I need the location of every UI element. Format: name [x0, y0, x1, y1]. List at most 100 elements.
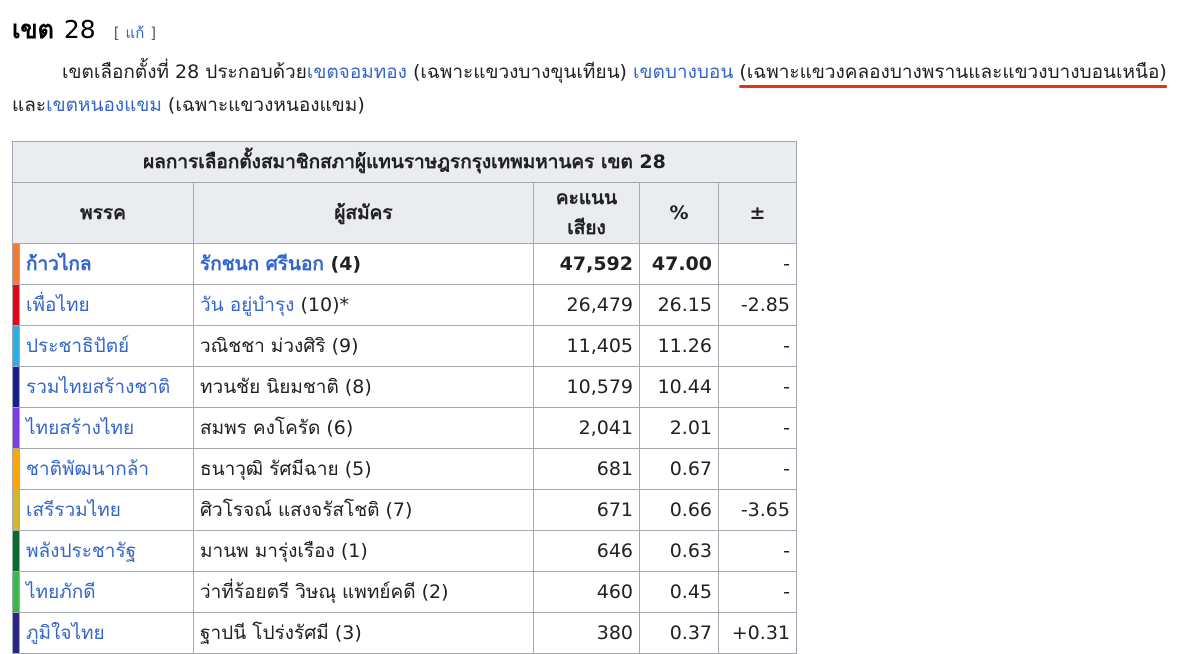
candidate-number: (3): [334, 622, 362, 644]
party-color-swatch: [12, 325, 20, 367]
election-results-table: ผลการเลือกตั้งสมาชิกสภาผู้แทนราษฎรกรุงเท…: [12, 141, 797, 654]
party-cell: ชาติพัฒนากล้า: [19, 448, 194, 490]
intro-text-underlined: (เฉพาะแขวงคลองบางพรานและแขวงบางบอนเหนือ): [739, 61, 1167, 83]
change-cell: +0.31: [718, 612, 797, 654]
party-color-swatch: [12, 243, 20, 285]
party-link[interactable]: ชาติพัฒนากล้า: [26, 458, 149, 480]
change-cell: -: [718, 366, 797, 408]
party-cell: ประชาธิปัตย์: [19, 325, 194, 367]
edit-link[interactable]: แก้: [126, 24, 145, 42]
candidate-name: ว่าที่ร้อยตรี วิษณุ แพทย์คดี: [200, 581, 416, 603]
party-link[interactable]: เพื่อไทย: [26, 294, 90, 316]
percent-cell: 0.45: [639, 571, 719, 613]
link-nong-khaem[interactable]: เขตหนองแขม: [46, 94, 162, 116]
section-title: เขต: [12, 15, 54, 44]
table-row: ไทยสร้างไทย สมพร คงโครัด (6) 2,041 2.01-: [12, 407, 797, 449]
header-percent: %: [639, 182, 719, 244]
candidate-number: (7): [385, 499, 413, 521]
intro-text-1: เขตเลือกตั้งที่ 28 ประกอบด้วย: [62, 61, 307, 83]
candidate-number: (5): [344, 458, 372, 480]
header-votes: คะแนนเสียง: [533, 182, 640, 244]
link-bang-bon[interactable]: เขตบางบอน: [633, 61, 733, 83]
edit-bracket-open: [: [113, 24, 120, 42]
party-cell: เพื่อไทย: [19, 284, 194, 326]
votes-cell: 10,579: [533, 366, 640, 408]
table-row: ภูมิใจไทย ฐาปนี โปร่งรัศมี (3) 380 0.37 +0.3…: [12, 612, 797, 654]
table-row: รวมไทยสร้างชาติ ทวนชัย นิยมชาติ (8) 10,579…: [12, 366, 797, 408]
table-row: ชาติพัฒนากล้า ธนาวุฒิ รัศมีฉาย (5) 681 0.67…: [12, 448, 797, 490]
table-row: เสรีรวมไทย ศิวโรจณ์ แสงจรัสโชติ (7) 671 0.6…: [12, 489, 797, 531]
party-cell: เสรีรวมไทย: [19, 489, 194, 531]
party-link[interactable]: ประชาธิปัตย์: [26, 335, 129, 357]
change-cell: -3.65: [718, 489, 797, 531]
party-link[interactable]: รวมไทยสร้างชาติ: [26, 376, 170, 398]
candidate-cell: มานพ มารุ่งเรือง (1): [193, 530, 534, 572]
table-row: พลังประชารัฐ มานพ มารุ่งเรือง (1) 646 0.63-: [12, 530, 797, 572]
candidate-number: (9): [331, 335, 359, 357]
candidate-link[interactable]: รักชนก ศรีนอก: [200, 253, 324, 275]
votes-cell: 681: [533, 448, 640, 490]
party-link[interactable]: ไทยภักดี: [26, 581, 96, 603]
percent-cell: 26.15: [639, 284, 719, 326]
candidate-name: วณิชชา ม่วงศิริ: [200, 335, 326, 357]
votes-cell: 671: [533, 489, 640, 531]
edit-bracket-close: ]: [150, 24, 157, 42]
candidate-name: ธนาวุฒิ รัศมีฉาย: [200, 458, 339, 480]
percent-cell: 0.63: [639, 530, 719, 572]
candidate-number: (2): [421, 581, 449, 603]
intro-paragraph: เขตเลือกตั้งที่ 28 ประกอบด้วยเขตจอมทอง (…: [12, 56, 1188, 122]
intro-text-5: (เฉพาะแขวงหนองแขม): [161, 94, 365, 116]
candidate-cell: วณิชชา ม่วงศิริ (9): [193, 325, 534, 367]
party-cell: ไทยสร้างไทย: [19, 407, 194, 449]
candidate-cell: ทวนชัย นิยมชาติ (8): [193, 366, 534, 408]
candidate-name: มานพ มารุ่งเรือง: [200, 540, 335, 562]
party-link[interactable]: ก้าวไกล: [26, 253, 92, 275]
votes-cell: 646: [533, 530, 640, 572]
party-link[interactable]: ไทยสร้างไทย: [26, 417, 134, 439]
candidate-cell: รักชนก ศรีนอก (4): [193, 243, 534, 285]
candidate-cell: สมพร คงโครัด (6): [193, 407, 534, 449]
table-row: ก้าวไกล รักชนก ศรีนอก (4) 47,592 47.00-: [12, 243, 797, 285]
candidate-number: (6): [326, 417, 354, 439]
candidate-name: ศิวโรจณ์ แสงจรัสโชติ: [200, 499, 380, 521]
candidate-cell: วัน อยู่บำรุง (10)*: [193, 284, 534, 326]
link-chom-thong[interactable]: เขตจอมทอง: [307, 61, 407, 83]
party-color-swatch: [12, 530, 20, 572]
change-cell: -: [718, 407, 797, 449]
party-link[interactable]: ภูมิใจไทย: [26, 622, 105, 644]
party-cell: ไทยภักดี: [19, 571, 194, 613]
percent-cell: 11.26: [639, 325, 719, 367]
percent-cell: 0.37: [639, 612, 719, 654]
section-heading: เขต 28 [ แก้]: [12, 10, 156, 50]
intro-text-4: และ: [12, 94, 47, 116]
party-color-swatch: [12, 448, 20, 490]
table-row: เพื่อไทย วัน อยู่บำรุง (10)* 26,479 26.15 -2…: [12, 284, 797, 326]
table-row: ไทยภักดี ว่าที่ร้อยตรี วิษณุ แพทย์คดี (2)…: [12, 571, 797, 613]
intro-text-2: (เฉพาะแขวงบางขุนเทียน): [406, 61, 634, 83]
candidate-cell: ธนาวุฒิ รัศมีฉาย (5): [193, 448, 534, 490]
edit-section: [ แก้]: [114, 21, 156, 45]
candidate-link[interactable]: วัน อยู่บำรุง: [200, 294, 294, 316]
party-link[interactable]: พลังประชารัฐ: [26, 540, 136, 562]
party-cell: ก้าวไกล: [19, 243, 194, 285]
party-color-swatch: [12, 284, 20, 326]
party-link[interactable]: เสรีรวมไทย: [26, 499, 121, 521]
candidate-cell: ศิวโรจณ์ แสงจรัสโชติ (7): [193, 489, 534, 531]
party-color-swatch: [12, 571, 20, 613]
party-color-swatch: [12, 612, 20, 654]
votes-cell: 11,405: [533, 325, 640, 367]
table-caption: ผลการเลือกตั้งสมาชิกสภาผู้แทนราษฎรกรุงเท…: [12, 141, 797, 183]
candidate-name: ฐาปนี โปร่งรัศมี: [200, 622, 329, 644]
votes-cell: 47,592: [533, 243, 640, 285]
candidate-cell: ฐาปนี โปร่งรัศมี (3): [193, 612, 534, 654]
header-change: ±: [718, 182, 797, 244]
percent-cell: 47.00: [639, 243, 719, 285]
percent-cell: 0.66: [639, 489, 719, 531]
percent-cell: 0.67: [639, 448, 719, 490]
section-number: 28: [63, 15, 96, 44]
candidate-number: (10)*: [300, 294, 350, 316]
party-cell: ภูมิใจไทย: [19, 612, 194, 654]
header-party: พรรค: [12, 182, 194, 244]
candidate-number: (1): [340, 540, 368, 562]
change-cell: -2.85: [718, 284, 797, 326]
